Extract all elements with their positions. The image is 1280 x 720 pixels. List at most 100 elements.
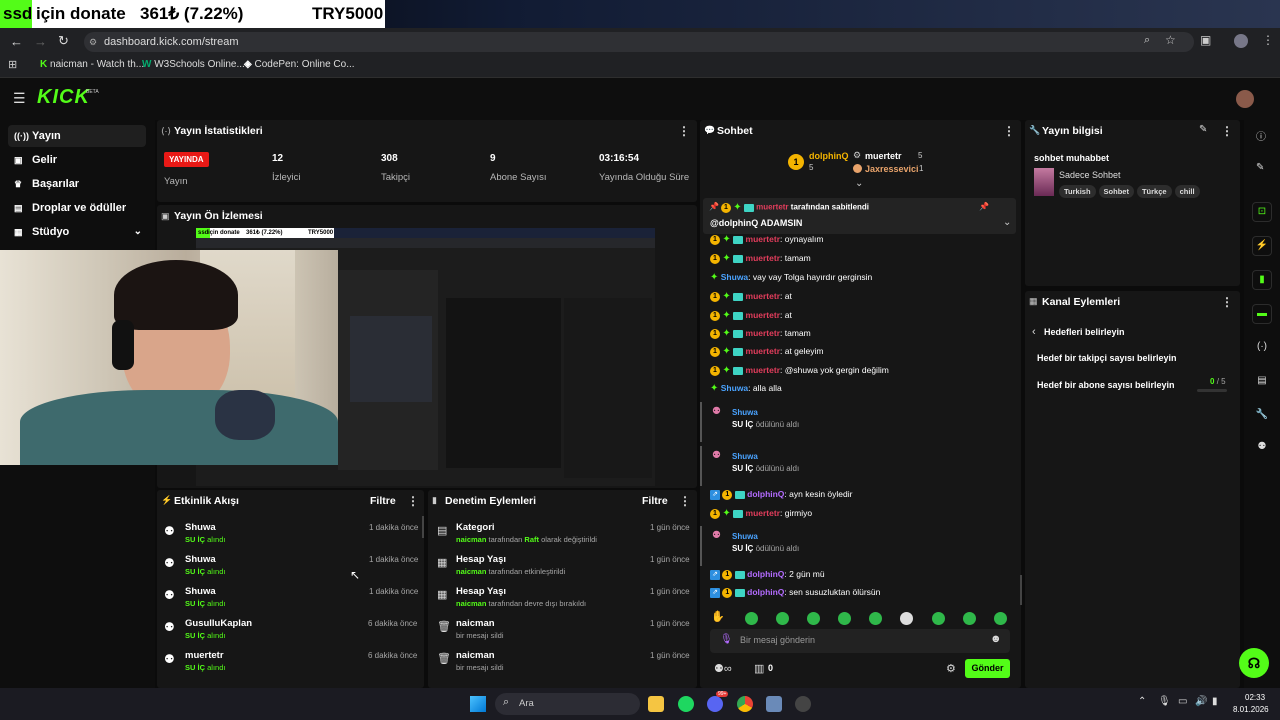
activity-filter-button[interactable]: Filtre: [370, 495, 396, 507]
money-icon: ▣: [14, 155, 23, 165]
clock-time[interactable]: 02:33: [1245, 693, 1265, 702]
chevron-left-icon[interactable]: ‹: [1032, 326, 1036, 338]
zoom-icon[interactable]: ⌕: [1144, 34, 1150, 47]
emoji-icon[interactable]: ☻: [990, 633, 1002, 645]
sidebar-item-studio[interactable]: ▦ Stüdyo ⌄: [8, 221, 146, 243]
sidebar-item-drops[interactable]: ▤ Droplar ve ödüller: [8, 197, 146, 219]
edit-pencil-icon[interactable]: ✎: [1256, 162, 1264, 173]
stream-info-menu-icon[interactable]: ⋮: [1221, 124, 1233, 138]
obs-icon[interactable]: [795, 696, 811, 712]
moderation-icon[interactable]: ▮: [1252, 270, 1272, 290]
hamburger-icon[interactable]: ☰: [13, 90, 26, 107]
menu-icon[interactable]: ⋮: [1262, 33, 1274, 47]
unpin-icon[interactable]: 📌: [979, 202, 989, 211]
reload-icon[interactable]: ↻: [58, 33, 69, 49]
activity-reward: SU İÇ: [185, 631, 206, 640]
sidebar-item-income[interactable]: ▣ Gelir: [8, 149, 146, 171]
emote-icon[interactable]: [776, 612, 789, 625]
live-badge: YAYINDA: [164, 152, 209, 167]
emote-icon[interactable]: [900, 612, 913, 625]
chevron-down-icon[interactable]: ⌄: [855, 178, 863, 189]
sidebar-item-stream[interactable]: ((·)) Yayın: [8, 125, 146, 147]
category-name[interactable]: Sadece Sohbet: [1059, 170, 1121, 180]
channel-actions-menu-icon[interactable]: ⋮: [1221, 295, 1233, 309]
bookmark-codepen[interactable]: ◈ CodePen: Online Co...: [244, 59, 355, 70]
activity-scrollbar[interactable]: [422, 516, 424, 538]
windows-start-icon[interactable]: [470, 696, 486, 712]
apps-icon[interactable]: ⊞: [8, 58, 17, 71]
channel-points-icon[interactable]: ⚉∞: [714, 662, 732, 675]
tag[interactable]: chill: [1174, 185, 1200, 198]
forward-icon[interactable]: →: [34, 34, 47, 49]
microphone-icon[interactable]: 🎙: [1158, 696, 1171, 707]
emote-icon[interactable]: [869, 612, 882, 625]
stats-menu-icon[interactable]: ⋮: [678, 124, 690, 138]
microphone-icon[interactable]: 🎙: [720, 634, 733, 645]
target-icon[interactable]: ⊡: [1252, 202, 1272, 222]
chevron-up-icon[interactable]: ⌃: [1138, 696, 1146, 707]
display-icon[interactable]: ▭: [1178, 696, 1187, 707]
tag[interactable]: Turkish: [1059, 185, 1096, 198]
chat-message: 1 ✦ muertetr: tamam: [710, 328, 811, 339]
volume-icon[interactable]: 🔊: [1195, 696, 1207, 707]
tag[interactable]: Türkçe: [1136, 185, 1172, 198]
support-headset-icon[interactable]: ☊: [1239, 648, 1269, 678]
clock-date[interactable]: 8.01.2026: [1233, 705, 1269, 714]
channel-points-icon[interactable]: ⚉: [1252, 438, 1272, 458]
grid-icon[interactable]: ▤: [1252, 372, 1272, 392]
top-user-3[interactable]: Jaxressevici: [865, 164, 919, 174]
user-avatar[interactable]: [1236, 90, 1254, 108]
app-icon[interactable]: [766, 696, 782, 712]
top-user-1-count: 5: [809, 163, 814, 172]
top-user-1[interactable]: dolphinQ: [809, 151, 849, 161]
spotify-icon[interactable]: [678, 696, 694, 712]
taskbar-search[interactable]: ⌕ Ara: [495, 693, 640, 715]
tag[interactable]: Sohbet: [1098, 185, 1134, 198]
chrome-icon[interactable]: [737, 696, 753, 712]
back-icon[interactable]: ←: [10, 34, 23, 49]
gift-icon[interactable]: ▥: [754, 662, 764, 675]
top-user-2[interactable]: muertetr: [865, 151, 902, 161]
bookmark-w3schools[interactable]: W W3Schools Online...: [142, 59, 245, 70]
activity-action: alındı: [207, 567, 226, 576]
discord-icon[interactable]: [707, 696, 723, 712]
battery-icon[interactable]: ▮: [1212, 696, 1218, 707]
set-goals-back[interactable]: Hedefleri belirleyin: [1044, 327, 1125, 337]
broadcast-icon[interactable]: (·): [1252, 338, 1272, 358]
profile-avatar[interactable]: [1234, 34, 1248, 48]
sub-goal-button[interactable]: Hedef bir abone sayısı belirleyin: [1037, 380, 1175, 390]
pinned-message[interactable]: 📌 1 ✦ muertetr tarafından sabitlendi 📌 @…: [703, 198, 1016, 234]
info-icon[interactable]: ⓘ: [1256, 128, 1266, 143]
emote-icon[interactable]: [807, 612, 820, 625]
bookmark-star-icon[interactable]: ☆: [1165, 33, 1176, 47]
extensions-icon[interactable]: ▣: [1200, 33, 1211, 47]
emote-icon[interactable]: [994, 612, 1007, 625]
user-icon: ⚙: [853, 150, 862, 160]
activity-menu-icon[interactable]: ⋮: [407, 494, 419, 508]
emote-icon[interactable]: [838, 612, 851, 625]
url-field[interactable]: ⚙ dashboard.kick.com/stream: [84, 32, 1194, 52]
send-button[interactable]: Gönder: [965, 659, 1010, 678]
sidebar-item-achievements[interactable]: ♛ Başarılar: [8, 173, 146, 195]
site-info-icon[interactable]: ⚙: [89, 32, 97, 52]
bookmark-naicman[interactable]: K naicman - Watch th...: [40, 59, 144, 70]
moderation-menu-icon[interactable]: ⋮: [679, 494, 691, 508]
chat-icon[interactable]: ▬: [1252, 304, 1272, 324]
activity-time: 6 dakika önce: [368, 651, 418, 660]
lightning-icon[interactable]: ⚡: [1252, 236, 1272, 256]
wrench-icon[interactable]: 🔧: [1252, 406, 1272, 426]
chevron-down-icon[interactable]: ⌄: [1003, 217, 1011, 228]
emote-icon[interactable]: [745, 612, 758, 625]
moderation-filter-button[interactable]: Filtre: [642, 495, 668, 507]
chat-menu-icon[interactable]: ⋮: [1003, 124, 1015, 138]
kick-logo[interactable]: KICK: [37, 86, 90, 109]
edit-pencil-icon[interactable]: ✎: [1199, 124, 1207, 135]
chat-input[interactable]: 🎙 Bir mesaj gönderin ☻: [710, 629, 1010, 653]
follow-goal-button[interactable]: Hedef bir takipçi sayısı belirleyin: [1037, 353, 1177, 363]
emote-icon[interactable]: [932, 612, 945, 625]
emote-icon[interactable]: [963, 612, 976, 625]
emote-hand-icon[interactable]: ✋: [711, 610, 725, 623]
chat-scrollbar[interactable]: [1020, 575, 1022, 605]
file-explorer-icon[interactable]: [648, 696, 664, 712]
settings-gear-icon[interactable]: ⚙: [946, 662, 956, 675]
